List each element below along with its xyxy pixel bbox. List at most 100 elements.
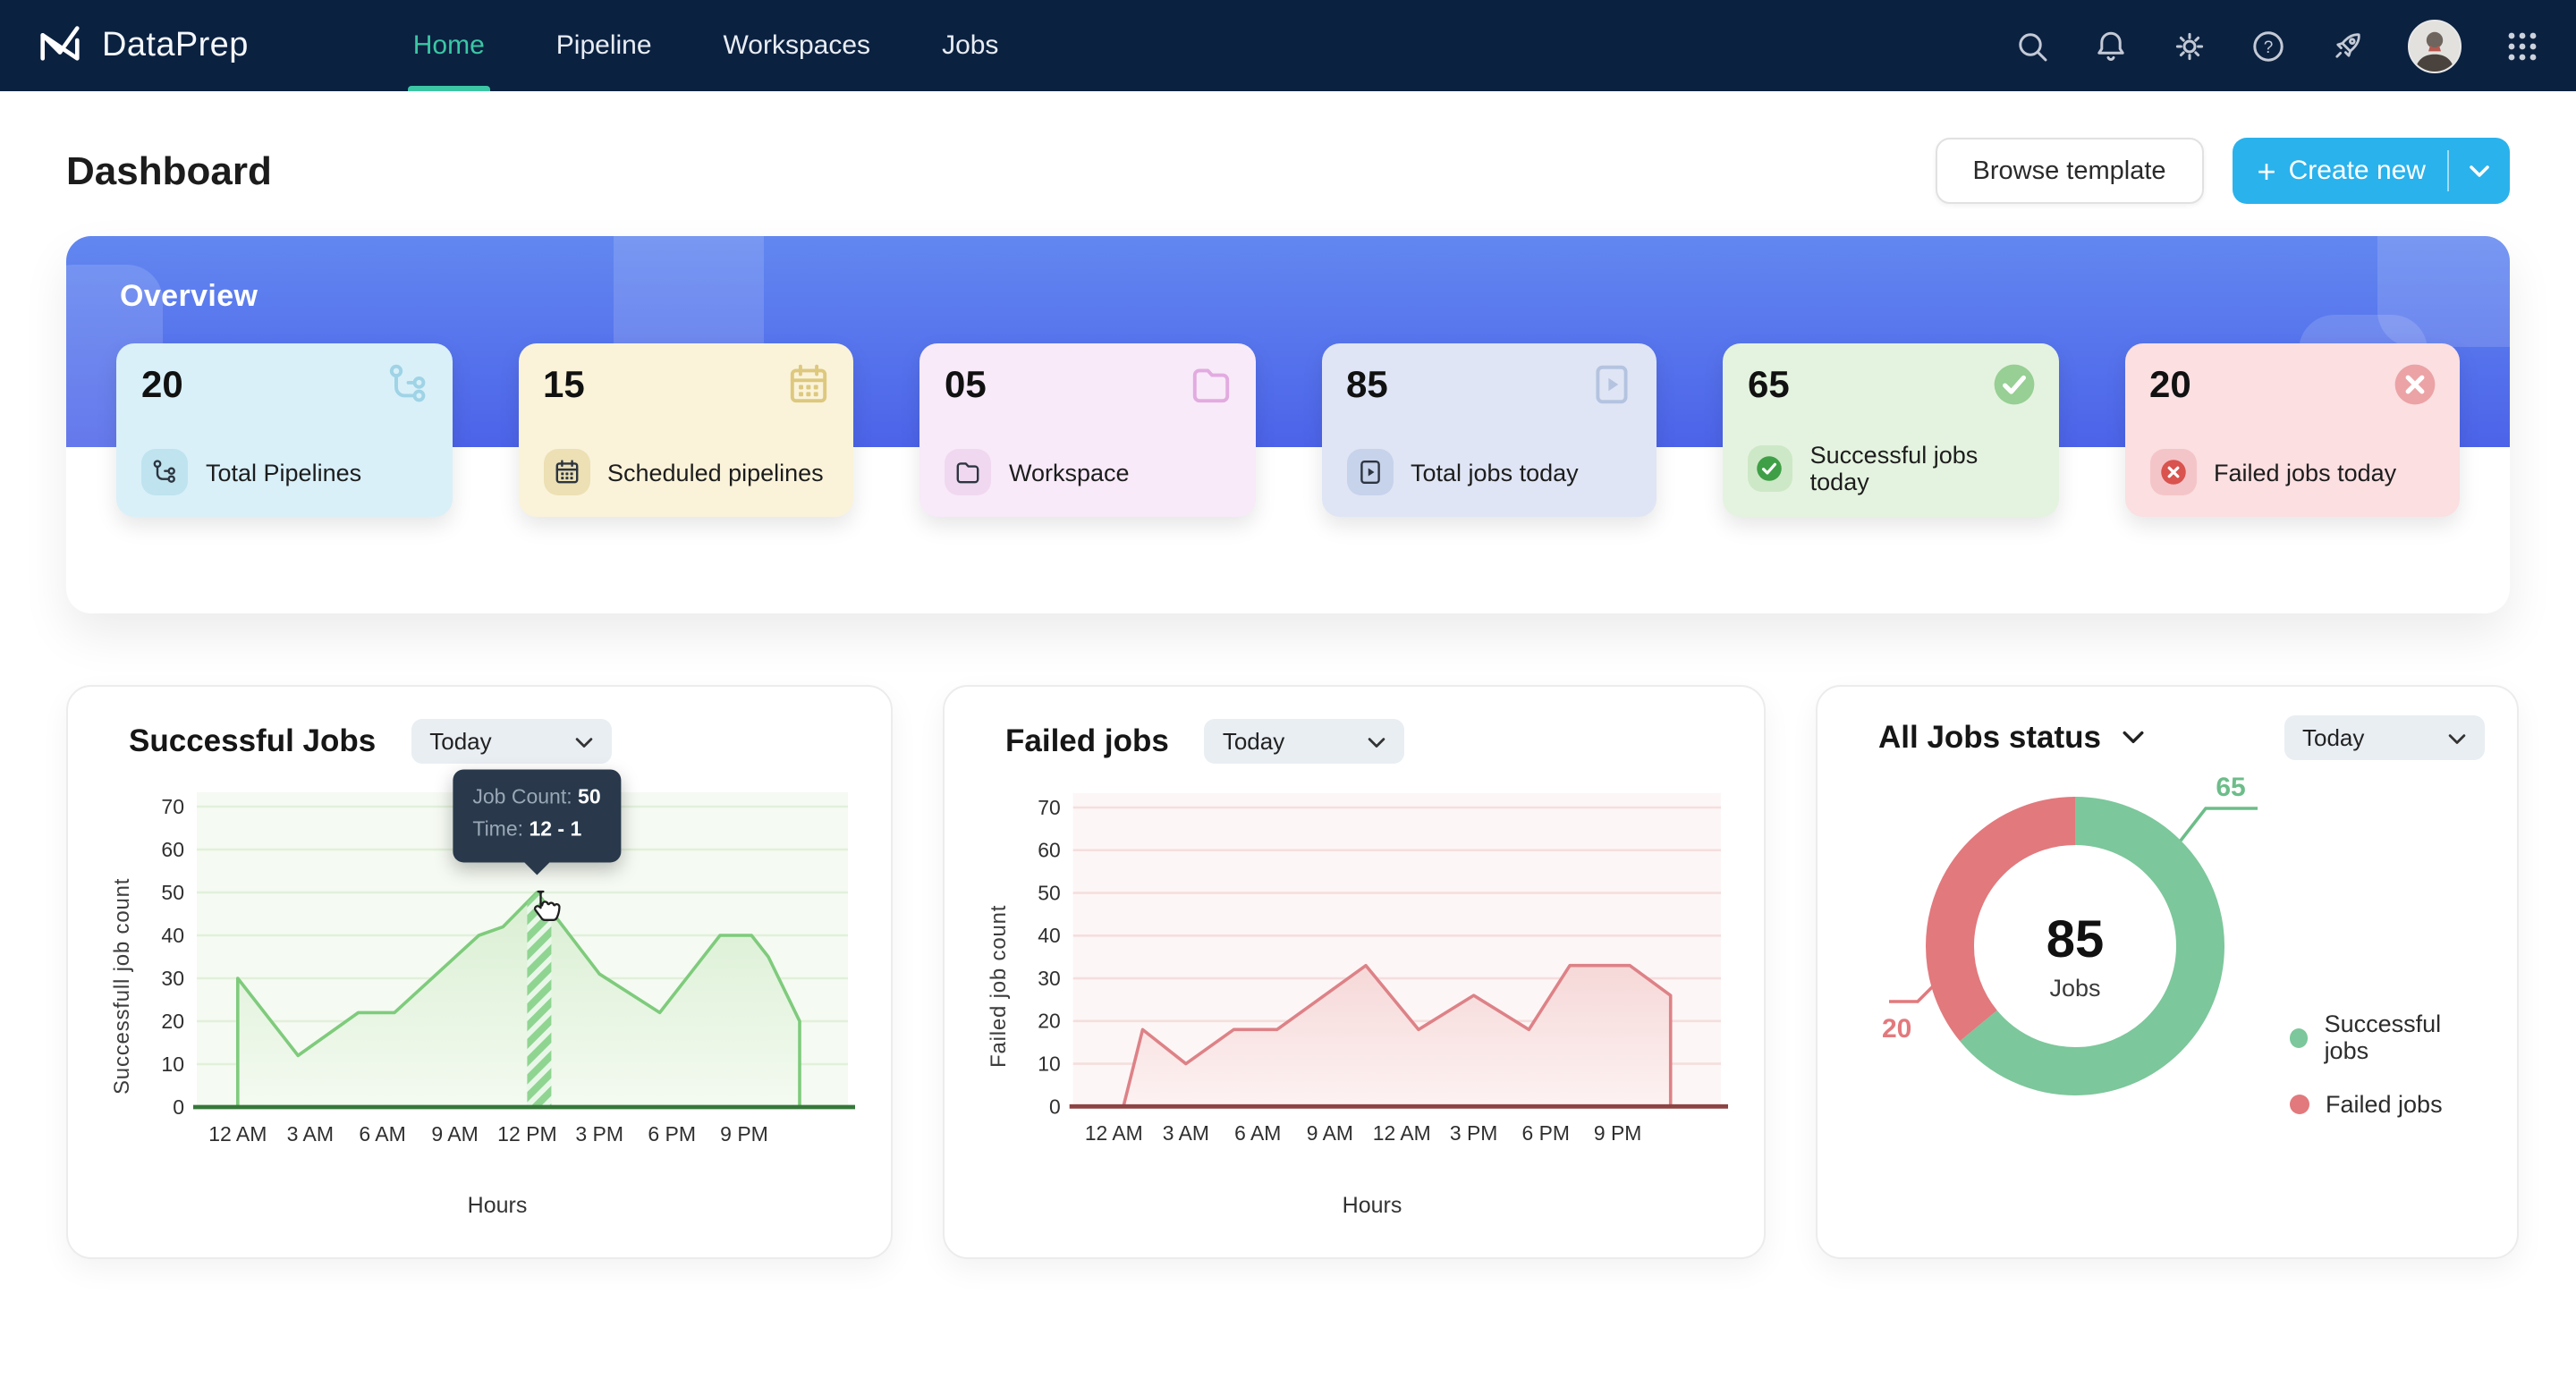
stat-label: Total jobs today <box>1411 459 1579 486</box>
stat-label: Failed jobs today <box>2214 459 2397 486</box>
legend-dot <box>2290 1027 2309 1047</box>
calendar-icon <box>785 361 832 408</box>
jobs-status-donut-chart[interactable]: 65 20 85 Jobs <box>1878 760 2299 1180</box>
stat-footer: Total Pipelines <box>141 449 427 495</box>
svg-text:3 AM: 3 AM <box>287 1122 334 1146</box>
stat-label: Successful jobs today <box>1809 442 1979 495</box>
all-jobs-status-card: All Jobs status Today 65 20 85 Jobs Success… <box>1816 685 2519 1259</box>
page-header: Dashboard Browse template + Create new <box>0 91 2576 204</box>
svg-text:12 AM: 12 AM <box>1373 1121 1431 1145</box>
chart-title: Successful Jobs <box>129 723 377 758</box>
svg-text:?: ? <box>2264 38 2274 56</box>
x-circle-icon <box>2392 361 2438 408</box>
stat-card-total-pipelines[interactable]: 20 Total Pipelines <box>116 343 452 517</box>
browse-template-button[interactable]: Browse template <box>1935 138 2204 204</box>
svg-text:65: 65 <box>2216 773 2245 802</box>
failed-jobs-period-select[interactable]: Today <box>1204 719 1405 764</box>
help-icon[interactable]: ? <box>2250 28 2286 63</box>
stat-footer: Failed jobs today <box>2149 449 2435 495</box>
bell-icon[interactable] <box>2093 28 2129 63</box>
page-title: Dashboard <box>66 148 272 192</box>
successful-jobs-period-select[interactable]: Today <box>411 719 613 764</box>
svg-text:3 PM: 3 PM <box>1450 1121 1497 1145</box>
legend-item-failed: Failed jobs <box>2290 1091 2481 1118</box>
svg-text:85: 85 <box>2046 910 2105 968</box>
gear-icon[interactable] <box>2172 28 2207 63</box>
play-doc-icon <box>1589 361 1635 408</box>
stat-card-failed-jobs-today[interactable]: 20 Failed jobs today <box>2124 343 2460 517</box>
stat-card-workspace[interactable]: 05 Workspace <box>919 343 1255 517</box>
svg-text:9 PM: 9 PM <box>1594 1121 1641 1145</box>
svg-text:6 AM: 6 AM <box>359 1122 405 1146</box>
stat-footer: Total jobs today <box>1346 449 1631 495</box>
legend-dot <box>2290 1095 2309 1114</box>
nav-actions: ? <box>2014 19 2540 72</box>
successful-jobs-card: Successful Jobs Today Successfull job co… <box>66 685 893 1259</box>
failed-jobs-area-chart[interactable]: 0 10 20 30 40 50 60 70 12 AM 3 AM 6 AM 9 AM 12 AM 3 P… <box>1016 782 1728 1189</box>
header-actions: Browse template + Create new <box>1935 138 2510 204</box>
svg-text:12 AM: 12 AM <box>1085 1121 1143 1145</box>
svg-text:60: 60 <box>1038 839 1060 862</box>
svg-text:60: 60 <box>161 838 184 861</box>
chevron-down-icon[interactable] <box>2123 730 2146 746</box>
create-new-button[interactable]: + Create new <box>2232 138 2510 204</box>
svg-text:20: 20 <box>1038 1010 1060 1033</box>
stat-footer: Scheduled pipelines <box>543 449 828 495</box>
donut-legend: Successful jobs Failed jobs <box>2290 1010 2481 1118</box>
stat-card-successful-jobs-today[interactable]: 65 Successful jobs today <box>1723 343 2058 517</box>
all-jobs-status-head: All Jobs status Today <box>1853 715 2485 760</box>
nav-item-pipeline[interactable]: Pipeline <box>556 0 652 91</box>
chart-title: All Jobs status <box>1878 719 2101 755</box>
stat-card-scheduled-pipelines[interactable]: 15 Scheduled pipelines <box>518 343 853 517</box>
charts-row: Successful Jobs Today Successfull job co… <box>66 685 2519 1259</box>
donut-area: 65 20 85 Jobs Successful jobs Failed jobs <box>1853 757 2481 1222</box>
rocket-icon[interactable] <box>2329 28 2365 63</box>
x-circle-icon <box>2149 449 2196 495</box>
check-circle-icon <box>1990 361 2037 408</box>
overview-panel: Overview 20 Total Pipelines 15 Scheduled pi… <box>66 236 2510 613</box>
calendar-icon <box>543 449 589 495</box>
brand[interactable]: DataPrep <box>36 17 249 74</box>
search-icon[interactable] <box>2014 28 2050 63</box>
svg-text:9 PM: 9 PM <box>720 1122 768 1146</box>
nav-item-workspaces[interactable]: Workspaces <box>724 0 871 91</box>
svg-text:6 PM: 6 PM <box>1522 1121 1570 1145</box>
stat-footer: Workspace <box>945 449 1230 495</box>
stat-label: Scheduled pipelines <box>607 459 824 486</box>
dataprep-logo-icon <box>36 17 84 74</box>
svg-text:0: 0 <box>173 1095 184 1119</box>
svg-text:12 AM: 12 AM <box>208 1122 267 1146</box>
chevron-down-icon[interactable] <box>2449 164 2510 178</box>
stat-label: Workspace <box>1009 459 1130 486</box>
svg-text:50: 50 <box>161 881 184 904</box>
cursor-hand-icon <box>522 887 564 937</box>
svg-text:40: 40 <box>1038 924 1060 947</box>
pipeline-icon <box>141 449 188 495</box>
period-value: Today <box>1222 728 1285 755</box>
svg-text:10: 10 <box>161 1053 184 1076</box>
pipeline-icon <box>384 361 430 408</box>
avatar[interactable] <box>2408 19 2462 72</box>
chevron-down-icon <box>1368 728 1387 755</box>
create-new-label: Create new <box>2288 156 2426 186</box>
svg-text:6 AM: 6 AM <box>1234 1121 1281 1145</box>
nav-item-jobs[interactable]: Jobs <box>942 0 998 91</box>
svg-text:50: 50 <box>1038 881 1060 904</box>
all-jobs-period-select[interactable]: Today <box>2284 715 2485 760</box>
chevron-down-icon <box>574 728 594 755</box>
svg-text:70: 70 <box>1038 796 1060 819</box>
nav-item-home[interactable]: Home <box>413 0 485 91</box>
brand-name: DataPrep <box>102 26 249 63</box>
period-value: Today <box>429 728 492 755</box>
svg-text:9 AM: 9 AM <box>1307 1121 1353 1145</box>
folder-icon <box>945 449 991 495</box>
svg-text:6 PM: 6 PM <box>648 1122 696 1146</box>
apps-grid-icon[interactable] <box>2504 28 2540 63</box>
check-circle-icon <box>1748 445 1792 492</box>
chart-tooltip: Job Count: 50 Time: 12 - 1 <box>453 769 621 862</box>
stat-card-total-jobs-today[interactable]: 85 Total jobs today <box>1321 343 1657 517</box>
svg-text:30: 30 <box>161 967 184 990</box>
x-axis-label: Hours <box>467 1193 528 1218</box>
folder-icon <box>1187 361 1233 408</box>
y-axis-label: Failed job count <box>986 903 1011 1068</box>
